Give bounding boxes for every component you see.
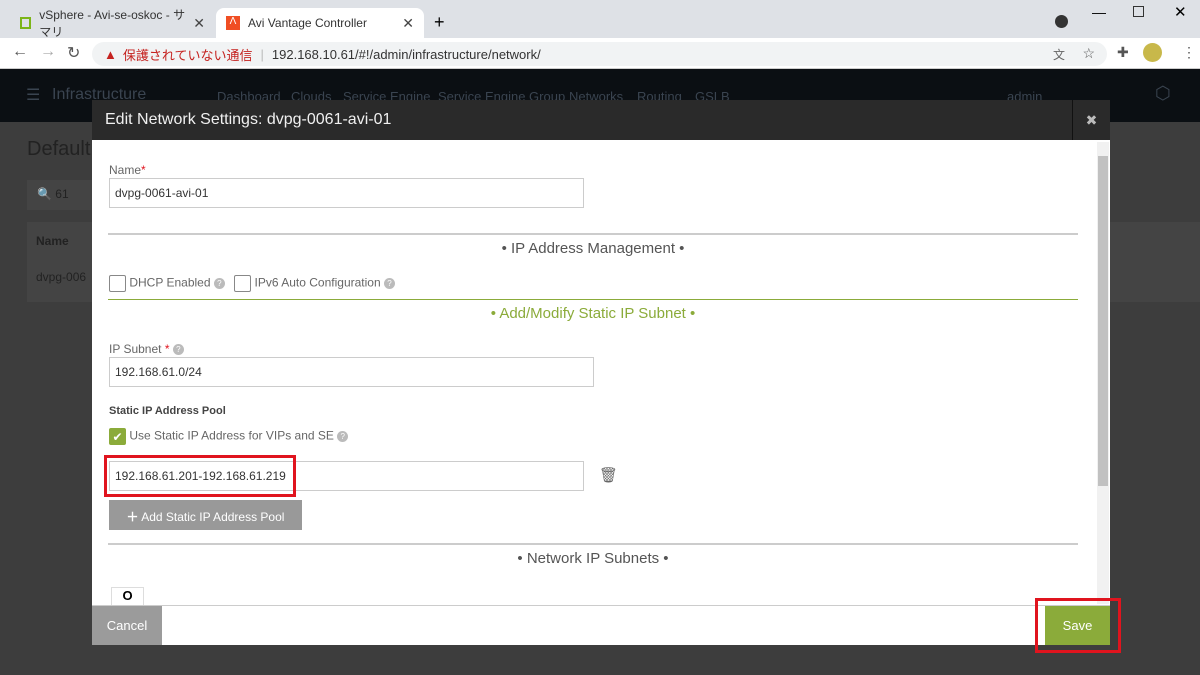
window-close-button[interactable]: ✕: [1174, 3, 1187, 21]
new-tab-button[interactable]: +: [434, 12, 445, 33]
maximize-button[interactable]: [1133, 6, 1144, 17]
edit-network-modal: Edit Network Settings: dvpg-0061-avi-01 …: [92, 100, 1110, 645]
close-icon[interactable]: ✖: [1072, 100, 1110, 140]
dhcp-checkbox[interactable]: [109, 275, 126, 292]
bookmark-star-icon[interactable]: ☆: [1082, 45, 1095, 62]
plus-icon: ＋: [126, 510, 139, 524]
name-label: Name: [109, 163, 142, 177]
modal-title: Edit Network Settings: dvpg-0061-avi-01: [92, 100, 1110, 140]
search-icon: 🔍: [37, 187, 52, 201]
network-subnets-section-header: • Network IP Subnets •: [108, 543, 1078, 573]
warning-icon: ▲: [104, 46, 117, 62]
avatar[interactable]: [1143, 43, 1162, 62]
help-icon[interactable]: ?: [337, 431, 349, 442]
table-row[interactable]: dvpg-006: [27, 262, 97, 302]
help-icon[interactable]: ?: [213, 278, 225, 289]
reload-icon[interactable]: ↻: [67, 43, 80, 63]
browser-tab-bar: vSphere - Avi-se-oskoc - サマリ ✕ Λ Avi Van…: [0, 0, 1200, 39]
modal-footer: [92, 605, 1110, 645]
avi-logo-icon: ⬡: [1155, 83, 1171, 103]
tab-avi[interactable]: Λ Avi Vantage Controller ✕: [216, 8, 424, 38]
url-field[interactable]: ▲ 保護されていない通信 | 192.168.10.61/#!/admin/in…: [92, 42, 1107, 66]
help-icon[interactable]: ?: [383, 278, 395, 289]
ipv6-checkbox[interactable]: [234, 275, 252, 292]
name-column-header[interactable]: Name: [27, 222, 97, 262]
scrollbar[interactable]: [1097, 142, 1109, 604]
static-pool-heading: Static IP Address Pool: [109, 405, 226, 417]
help-icon[interactable]: ?: [172, 344, 184, 356]
extensions-icon[interactable]: ✚: [1117, 44, 1129, 61]
close-tab-icon[interactable]: ✕: [402, 15, 414, 32]
translate-icon[interactable]: 文: [1053, 46, 1065, 63]
vsphere-icon: [20, 17, 32, 29]
highlight-box: [104, 455, 296, 497]
minimize-button[interactable]: —: [1092, 4, 1106, 20]
avi-icon: Λ: [226, 16, 240, 30]
forward-icon[interactable]: →: [40, 43, 56, 61]
profile-dropdown-icon[interactable]: [1055, 15, 1068, 28]
cancel-button[interactable]: Cancel: [92, 606, 162, 645]
trash-icon[interactable]: 🗑: [599, 466, 618, 484]
search-icon[interactable]: O: [111, 587, 144, 605]
ipam-section-header: • IP Address Management •: [108, 233, 1078, 263]
use-static-checkbox[interactable]: ✔: [109, 428, 126, 445]
highlight-box: [1035, 598, 1121, 653]
static-subnet-section-header: • Add/Modify Static IP Subnet •: [108, 299, 1078, 329]
menu-icon[interactable]: ⋮: [1182, 44, 1196, 61]
close-tab-icon[interactable]: ✕: [193, 15, 205, 32]
add-static-pool-button[interactable]: ＋ Add Static IP Address Pool: [109, 500, 302, 530]
hamburger-icon[interactable]: ☰: [26, 85, 40, 105]
ip-subnet-field[interactable]: 192.168.61.0/24: [109, 357, 594, 387]
name-field[interactable]: dvpg-0061-avi-01: [109, 178, 584, 208]
tab-vsphere[interactable]: vSphere - Avi-se-oskoc - サマリ ✕: [10, 8, 215, 39]
back-icon[interactable]: ←: [12, 43, 28, 61]
search-box[interactable]: 🔍 61: [27, 180, 97, 210]
